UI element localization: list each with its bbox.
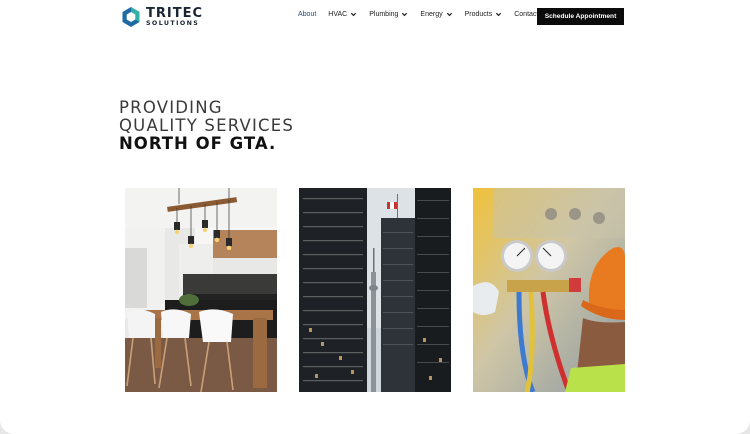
nav-item-products[interactable]: Products [465,11,503,18]
nav-item-label: Products [464,11,493,18]
main-nav: About HVAC Plumbing Energy Products Cont… [298,11,550,18]
nav-item-label: Plumbing [369,11,399,18]
chevron-down-icon [446,12,452,17]
gallery-image-city [299,188,451,392]
hero-line-1: PROVIDING [119,98,223,117]
page: TRITEC SOLUTIONS About HVAC Plumbing Ene… [0,0,750,434]
nav-item-about[interactable]: About [298,11,316,18]
hero-heading: PROVIDING QUALITY SERVICES NORTH OF GTA. [119,99,294,153]
nav-item-contact[interactable]: Contact [514,11,538,18]
gallery-image-kitchen [125,188,277,392]
chevron-down-icon [402,12,408,17]
brand-name: TRITEC [146,5,204,21]
nav-item-hvac[interactable]: HVAC [328,11,357,18]
schedule-appointment-button[interactable]: Schedule Appointment [537,8,624,25]
nav-item-label: About [298,11,317,18]
hero-line-2: QUALITY SERVICES [119,116,295,135]
logo-hexagon-icon [122,7,140,27]
chevron-down-icon [496,12,502,17]
brand-tagline: SOLUTIONS [146,19,200,27]
chevron-down-icon [351,12,357,17]
logo[interactable]: TRITEC SOLUTIONS [121,6,203,28]
nav-item-label: Energy [420,11,443,18]
nav-item-energy[interactable]: Energy [420,11,452,18]
gallery-image-technician [473,188,625,392]
nav-item-label: Contact [514,11,539,18]
hero-line-3: NORTH OF GTA. [119,134,277,153]
nav-item-plumbing[interactable]: Plumbing [369,11,408,18]
nav-item-label: HVAC [328,11,348,18]
